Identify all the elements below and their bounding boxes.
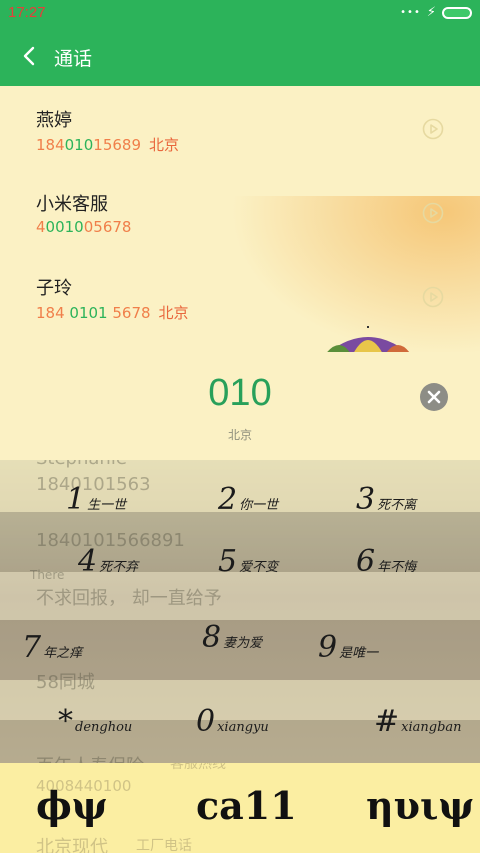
key-5[interactable]: 5 爱不变 — [218, 544, 278, 579]
signal-dots-icon: ••• — [400, 7, 421, 18]
key-digit: 0 — [196, 704, 216, 739]
key-caption: 生一世 — [87, 498, 127, 513]
key-digit: 1 — [66, 482, 86, 517]
ghost-text: 百年人寿保险 — [36, 752, 144, 763]
key-6[interactable]: 6 年不悔 — [356, 544, 416, 579]
contact-number: 4001005678 — [36, 218, 131, 236]
contact-row[interactable]: 小米客服 4001005678 — [0, 170, 480, 254]
key-caption: xiangyu — [217, 720, 269, 735]
contact-row[interactable]: 燕婷 18401015689 北京 — [0, 86, 480, 170]
key-7[interactable]: 7 年之痒 — [22, 630, 82, 665]
key-star[interactable]: * denghou — [58, 704, 132, 739]
key-hash[interactable]: # xiangban — [374, 704, 462, 739]
left-action-button[interactable]: ϕψ — [36, 783, 108, 828]
key-digit: 5 — [218, 544, 238, 579]
call-button[interactable]: ca11 — [196, 783, 297, 828]
key-4[interactable]: 4 死不弃 — [78, 544, 138, 579]
chevron-left-icon[interactable] — [18, 42, 42, 70]
play-icon[interactable] — [422, 118, 444, 140]
page-title: 通话 — [54, 48, 93, 70]
key-caption: xiangban — [401, 720, 462, 735]
key-2[interactable]: 2 你一世 — [218, 482, 278, 517]
battery-icon — [442, 6, 472, 19]
status-icons: ••• ⚡ — [400, 6, 472, 19]
contact-location: 北京 — [158, 304, 189, 322]
key-caption: 死不弃 — [99, 560, 139, 575]
number-match: 010 — [64, 136, 94, 154]
contact-name: 子玲 — [36, 278, 72, 299]
ghost-text: There — [30, 568, 65, 582]
ghost-text: 不求回报， 却一直给予 — [36, 588, 222, 609]
contact-name: 燕婷 — [36, 110, 72, 131]
dialed-number[interactable]: 010 — [0, 372, 480, 415]
number-prefix: 184 — [36, 304, 70, 322]
key-digit: 6 — [356, 544, 376, 579]
number-suffix: 05678 — [83, 218, 132, 236]
ghost-text: 工厂电话 — [136, 838, 192, 853]
number-suffix: 15689 — [93, 136, 141, 154]
key-caption: 是唯一 — [339, 646, 379, 661]
bolt-icon: ⚡ — [426, 5, 436, 20]
contact-row[interactable]: 子玲 184 0101 5678 北京 — [0, 254, 480, 338]
number-prefix: 4 — [36, 218, 46, 236]
key-caption: 死不离 — [377, 498, 417, 513]
ghost-text: 58同城 — [36, 672, 95, 693]
right-action-button[interactable]: ηυιψ — [366, 783, 474, 828]
ghost-text: Stephanie — [36, 460, 127, 469]
key-caption: 妻为爱 — [223, 636, 263, 651]
contact-name: 小米客服 — [36, 194, 108, 215]
dialed-location: 北京 — [227, 428, 252, 442]
number-prefix: 184 — [36, 136, 65, 154]
dial-keypad: Stephanie 1840101563 1840101566891 There… — [0, 460, 480, 763]
key-0[interactable]: 0 xiangyu — [196, 704, 269, 739]
play-icon[interactable] — [422, 286, 444, 308]
key-1[interactable]: 1 生一世 — [66, 482, 126, 517]
contact-results: 燕婷 18401015689 北京 小米客服 4001005678 子玲 184 … — [0, 86, 480, 352]
key-digit: # — [374, 704, 400, 739]
contact-number: 18401015689 北京 — [36, 134, 179, 155]
key-caption: denghou — [75, 720, 133, 735]
clear-x-icon[interactable] — [419, 382, 449, 412]
key-digit: 3 — [356, 482, 376, 517]
app-bar: 通话 — [0, 28, 480, 86]
ghost-text: 客服热线 — [170, 763, 226, 772]
key-caption: 你一世 — [239, 498, 279, 513]
status-bar: 17:27 ••• ⚡ — [0, 0, 480, 28]
contact-location: 北京 — [149, 136, 180, 154]
key-digit: 9 — [318, 630, 338, 665]
key-caption: 年之痒 — [43, 646, 83, 661]
key-9[interactable]: 9 是唯一 — [318, 630, 378, 665]
key-caption: 爱不变 — [239, 560, 279, 575]
number-suffix: 5678 — [107, 304, 151, 322]
key-digit: 8 — [202, 620, 222, 655]
key-digit: 2 — [218, 482, 238, 517]
number-match: 0010 — [45, 218, 84, 236]
bottom-action-bar: 客服热线 4008440100 北京现代 工厂电话 ϕψ ca11 ηυιψ — [0, 763, 480, 853]
contact-number: 184 0101 5678 北京 — [36, 302, 189, 323]
key-digit: 4 — [78, 544, 98, 579]
key-caption: 年不悔 — [377, 560, 417, 575]
status-time: 17:27 — [8, 4, 46, 21]
number-match: 0101 — [69, 304, 108, 322]
play-icon[interactable] — [422, 202, 444, 224]
dial-display: 010 北京 — [0, 352, 480, 460]
key-digit: * — [58, 704, 73, 739]
key-3[interactable]: 3 死不离 — [356, 482, 416, 517]
key-8[interactable]: 8 妻为爱 — [202, 620, 262, 655]
ghost-text: 北京现代 — [36, 837, 108, 853]
key-digit: 7 — [22, 630, 42, 665]
